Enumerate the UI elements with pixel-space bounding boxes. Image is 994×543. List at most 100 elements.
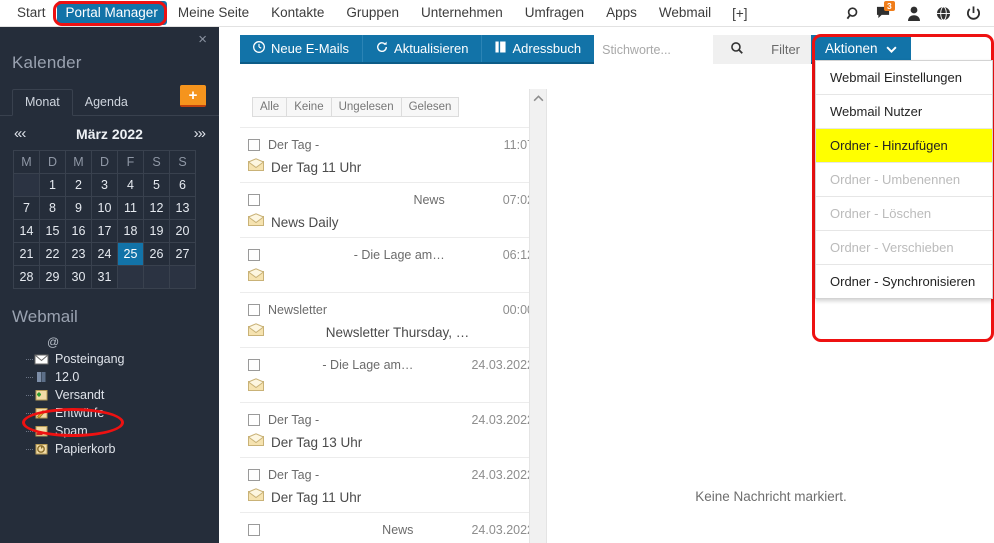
message-row[interactable]: Der Tag -11:07 Der Tag 11 Uhr (240, 127, 546, 182)
message-row[interactable]: Der Tag - 24.03.2022 Der Tag 11 Uhr (240, 457, 546, 512)
menu-item-ordner-synchronisieren[interactable]: Ordner - Synchronisieren (816, 265, 992, 298)
calendar-day[interactable]: 14 (13, 219, 40, 243)
search-submit-button[interactable] (713, 35, 761, 64)
menu-item-webmail-nutzer[interactable]: Webmail Nutzer (816, 95, 992, 129)
new-mails-button[interactable]: Neue E-Mails (240, 35, 364, 62)
calendar-day[interactable]: 22 (39, 242, 66, 266)
calendar-day[interactable]: 19 (143, 219, 170, 243)
nav-add-tab-button[interactable]: [+] (722, 2, 757, 25)
message-filter-gelesen[interactable]: Gelesen (400, 97, 460, 117)
messages-icon[interactable]: 3 (875, 0, 895, 22)
calendar-day[interactable]: 1 (39, 173, 66, 197)
message-list-scrollbar[interactable] (529, 89, 546, 543)
new-mails-label: Neue E-Mails (271, 41, 350, 56)
calendar-day[interactable]: 11 (117, 196, 144, 220)
calendar-day[interactable]: 26 (143, 242, 170, 266)
message-row-top: Der Tag -11:07 (248, 135, 534, 154)
nav-item-kontakte[interactable]: Kontakte (260, 1, 335, 25)
calendar-day[interactable]: 25 (117, 242, 144, 266)
user-icon[interactable] (905, 5, 922, 22)
message-subject: Newsletter Thursday, … (325, 324, 470, 340)
message-select-checkbox[interactable] (248, 193, 260, 206)
message-filter-ungelesen[interactable]: Ungelesen (330, 97, 401, 117)
calendar-day[interactable]: 23 (65, 242, 92, 266)
message-time: 24.03.2022 (471, 522, 534, 537)
message-select-checkbox[interactable] (248, 413, 260, 426)
calendar-day[interactable]: 28 (13, 265, 40, 289)
calendar-day[interactable]: 18 (117, 219, 144, 243)
calendar-add-button[interactable]: + (180, 85, 206, 107)
nav-item-gruppen[interactable]: Gruppen (335, 1, 410, 25)
nav-item-apps[interactable]: Apps (595, 1, 648, 25)
nav-item-webmail[interactable]: Webmail (648, 1, 722, 25)
calendar-day[interactable]: 30 (65, 265, 92, 289)
calendar-day[interactable]: 6 (169, 173, 196, 197)
calendar-day[interactable]: 7 (13, 196, 40, 220)
message-filter-alle[interactable]: Alle (252, 97, 287, 117)
message-row[interactable]: - Die Lage am… 24.03.2022 (240, 347, 546, 402)
message-select-checkbox[interactable] (248, 248, 260, 261)
nav-item-start[interactable]: Start (6, 1, 57, 25)
filter-button[interactable]: Filter (760, 35, 812, 64)
calendar-day[interactable]: 29 (39, 265, 66, 289)
calendar-day[interactable]: 21 (13, 242, 40, 266)
folder-item-posteingang[interactable]: Posteingang (26, 350, 219, 368)
calendar-next-button[interactable]: ›» (194, 125, 206, 142)
calendar-day[interactable]: 8 (39, 196, 66, 220)
calendar-day[interactable]: 15 (39, 219, 66, 243)
message-row[interactable]: Newsletter 00:00 Newsletter Thursday, … (240, 292, 546, 347)
message-select-checkbox[interactable] (248, 468, 260, 481)
search-input[interactable] (594, 35, 714, 64)
message-list[interactable]: Der Tag -11:07 Der Tag 11 Uhr News 07:02 New… (240, 127, 546, 543)
empty-preview-text: Keine Nachricht markiert. (695, 489, 847, 504)
calendar-prev-button[interactable]: «‹ (14, 125, 26, 142)
calendar-day[interactable]: 5 (143, 173, 170, 197)
sidebar-close-icon[interactable]: × (198, 32, 207, 47)
message-select-checkbox[interactable] (248, 303, 260, 316)
calendar-day[interactable]: 16 (65, 219, 92, 243)
message-select-checkbox[interactable] (248, 138, 260, 151)
calendar-day[interactable]: 17 (91, 219, 118, 243)
message-row[interactable]: News24.03.2022News Daily (240, 512, 546, 543)
folder-item-entw-rfe[interactable]: Entwürfe (26, 404, 219, 422)
addressbook-button[interactable]: Adressbuch (482, 35, 594, 62)
power-icon[interactable] (965, 5, 982, 22)
tab-monat[interactable]: Monat (12, 89, 73, 116)
menu-item-webmail-einstellungen[interactable]: Webmail Einstellungen (816, 61, 992, 95)
calendar-weekday: M (13, 150, 40, 174)
calendar-day[interactable]: 12 (143, 196, 170, 220)
scroll-up-icon[interactable] (530, 91, 547, 106)
calendar-day-empty (169, 265, 196, 289)
message-select-checkbox[interactable] (248, 358, 260, 371)
message-row[interactable]: News 07:02 News Daily (240, 182, 546, 237)
calendar-weekday: M (65, 150, 92, 174)
folder-item-papierkorb[interactable]: Papierkorb (26, 440, 219, 458)
nav-item-meine-seite[interactable]: Meine Seite (167, 1, 260, 25)
menu-item-ordner-hinzuf-gen[interactable]: Ordner - Hinzufügen (816, 129, 992, 163)
nav-item-unternehmen[interactable]: Unternehmen (410, 1, 514, 25)
nav-items: Start Portal Manager Meine Seite Kontakte Gr… (0, 1, 758, 25)
nav-item-portal-manager[interactable]: Portal Manager (56, 1, 167, 25)
message-select-checkbox[interactable] (248, 523, 260, 536)
calendar-day[interactable]: 4 (117, 173, 144, 197)
globe-icon[interactable] (935, 5, 952, 22)
calendar-day[interactable]: 31 (91, 265, 118, 289)
folder-item-12-0[interactable]: 12.0 (26, 368, 219, 386)
message-filter-keine[interactable]: Keine (286, 97, 331, 117)
tab-agenda[interactable]: Agenda (73, 90, 140, 115)
calendar-day[interactable]: 27 (169, 242, 196, 266)
calendar-day[interactable]: 3 (91, 173, 118, 197)
calendar-day[interactable]: 24 (91, 242, 118, 266)
calendar-day[interactable]: 10 (91, 196, 118, 220)
calendar-day[interactable]: 9 (65, 196, 92, 220)
search-icon[interactable] (845, 5, 862, 22)
message-row[interactable]: - Die Lage am… 06:12 (240, 237, 546, 292)
calendar-day[interactable]: 20 (169, 219, 196, 243)
message-row[interactable]: Der Tag - 24.03.2022 Der Tag 13 Uhr (240, 402, 546, 457)
folder-item-spam[interactable]: Spam (26, 422, 219, 440)
refresh-button[interactable]: Aktualisieren (363, 35, 483, 62)
folder-item-versandt[interactable]: Versandt (26, 386, 219, 404)
calendar-day[interactable]: 13 (169, 196, 196, 220)
nav-item-umfragen[interactable]: Umfragen (514, 1, 595, 25)
calendar-day[interactable]: 2 (65, 173, 92, 197)
